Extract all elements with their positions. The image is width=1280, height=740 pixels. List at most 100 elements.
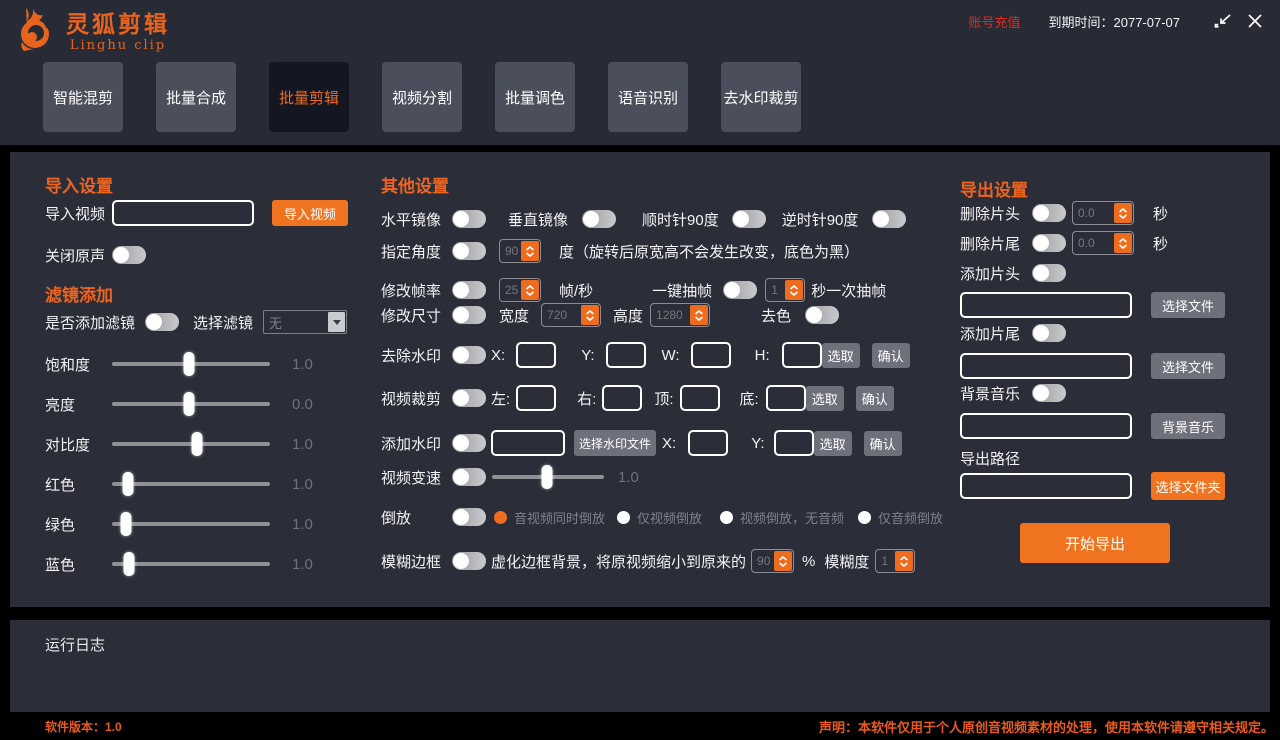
crop-bottom-input[interactable] <box>766 385 806 411</box>
radio-reverse-av-label[interactable]: 音视频同时倒放 <box>514 508 605 527</box>
spinner-up-down-icon[interactable] <box>690 305 708 325</box>
contrast-slider[interactable] <box>112 432 270 456</box>
rotate-ccw-toggle[interactable] <box>872 210 906 228</box>
filter-select[interactable]: 无 <box>263 310 347 334</box>
import-video-input[interactable] <box>112 200 254 226</box>
tab-smart-mix[interactable]: 智能混剪 <box>43 62 123 132</box>
choose-folder-button[interactable]: 选择文件夹 <box>1151 472 1225 500</box>
fps-toggle[interactable] <box>452 281 486 299</box>
brightness-slider[interactable] <box>112 392 270 416</box>
tab-watermark-crop[interactable]: 去水印裁剪 <box>721 62 801 132</box>
add-tail-toggle[interactable] <box>1032 324 1066 342</box>
trim-head-spinner[interactable]: 0.0 <box>1072 201 1134 225</box>
radio-reverse-video-only[interactable] <box>617 511 630 524</box>
decolor-toggle[interactable] <box>805 306 839 324</box>
spinner-up-down-icon[interactable] <box>774 551 792 571</box>
wm-file-input[interactable] <box>491 430 565 456</box>
mirror-horizontal-toggle[interactable] <box>452 210 486 228</box>
app-subtitle: Linghu clip <box>66 38 170 53</box>
wm-y-input[interactable] <box>606 342 646 368</box>
crop-left-input[interactable] <box>516 385 556 411</box>
recharge-link[interactable]: 账号充值 <box>968 12 1020 31</box>
crop-toggle[interactable] <box>452 389 486 407</box>
radio-reverse-video-noaudio-label[interactable]: 视频倒放，无音频 <box>740 508 844 527</box>
bgm-toggle[interactable] <box>1032 384 1066 402</box>
wm-remove-pick-button[interactable]: 选取 <box>822 343 860 368</box>
wm-add-confirm-button[interactable]: 确认 <box>864 431 902 456</box>
extract-frame-spinner[interactable]: 1 <box>765 278 805 302</box>
trim-tail-spinner[interactable]: 0.0 <box>1072 231 1134 255</box>
saturation-slider[interactable] <box>112 352 270 376</box>
blur-degree-spinner[interactable]: 1 <box>875 549 915 573</box>
add-filter-toggle[interactable] <box>145 313 179 331</box>
spinner-up-down-icon[interactable] <box>1114 233 1132 253</box>
wm-remove-confirm-button[interactable]: 确认 <box>872 343 910 368</box>
fps-spinner[interactable]: 25 <box>499 278 541 302</box>
blue-slider[interactable] <box>112 552 270 576</box>
mute-original-toggle[interactable] <box>112 246 146 264</box>
height-spinner[interactable]: 1280 <box>650 303 710 327</box>
spinner-up-down-icon[interactable] <box>581 305 599 325</box>
extract-frame-toggle[interactable] <box>723 281 757 299</box>
crop-right-input[interactable] <box>602 385 642 411</box>
import-video-button[interactable]: 导入视频 <box>272 200 348 226</box>
close-icon[interactable] <box>1242 8 1268 34</box>
bgm-choose-button[interactable]: 背景音乐 <box>1151 413 1225 439</box>
tab-batch-color[interactable]: 批量调色 <box>495 62 575 132</box>
tab-speech-recognition[interactable]: 语音识别 <box>608 62 688 132</box>
angle-spinner[interactable]: 90 <box>499 239 541 263</box>
tab-video-split[interactable]: 视频分割 <box>382 62 462 132</box>
add-tail-choose-file-button[interactable]: 选择文件 <box>1151 353 1225 379</box>
angle-toggle[interactable] <box>452 242 486 260</box>
radio-reverse-video-only-label[interactable]: 仅视频倒放 <box>637 508 702 527</box>
mute-original-label: 关闭原声 <box>45 245 112 266</box>
dropdown-arrow-icon[interactable] <box>328 312 345 332</box>
spinner-up-down-icon[interactable] <box>785 280 803 300</box>
spinner-up-down-icon[interactable] <box>1114 203 1132 223</box>
green-slider[interactable] <box>112 512 270 536</box>
wm-add-y-input[interactable] <box>774 430 814 456</box>
blur-scale-spinner[interactable]: 90 <box>751 549 794 573</box>
speed-slider[interactable] <box>492 465 604 489</box>
spinner-up-down-icon[interactable] <box>521 280 539 300</box>
crop-confirm-button[interactable]: 确认 <box>856 386 894 411</box>
wm-file-button[interactable]: 选择水印文件 <box>574 430 656 456</box>
wm-x-input[interactable] <box>516 342 556 368</box>
width-spinner[interactable]: 720 <box>541 303 601 327</box>
mirror-vertical-toggle[interactable] <box>582 210 616 228</box>
trim-head-toggle[interactable] <box>1032 204 1066 222</box>
export-path-input[interactable] <box>960 473 1132 499</box>
add-head-file-input[interactable] <box>960 292 1132 318</box>
add-tail-file-input[interactable] <box>960 353 1132 379</box>
watermark-remove-toggle[interactable] <box>452 346 486 364</box>
run-log-panel[interactable]: 运行日志 <box>10 620 1270 712</box>
wm-h-input[interactable] <box>782 342 822 368</box>
resize-toggle[interactable] <box>452 306 486 324</box>
red-slider[interactable] <box>112 472 270 496</box>
radio-reverse-av[interactable] <box>494 511 507 524</box>
blur-border-toggle[interactable] <box>452 552 486 570</box>
wm-w-input[interactable] <box>691 342 731 368</box>
radio-reverse-audio-only-label[interactable]: 仅音频倒放 <box>878 508 943 527</box>
reverse-toggle[interactable] <box>452 508 486 526</box>
trim-tail-toggle[interactable] <box>1032 234 1066 252</box>
tab-batch-edit[interactable]: 批量剪辑 <box>269 62 349 132</box>
start-export-button[interactable]: 开始导出 <box>1020 523 1170 563</box>
spinner-up-down-icon[interactable] <box>895 551 913 571</box>
add-head-toggle[interactable] <box>1032 264 1066 282</box>
rotate-cw-toggle[interactable] <box>732 210 766 228</box>
spinner-up-down-icon[interactable] <box>521 241 539 261</box>
bgm-file-input[interactable] <box>960 413 1132 439</box>
speed-toggle[interactable] <box>452 468 486 486</box>
add-head-choose-file-button[interactable]: 选择文件 <box>1151 292 1225 318</box>
wm-add-x-input[interactable] <box>688 430 728 456</box>
wm-add-pick-button[interactable]: 选取 <box>814 431 852 456</box>
height-label: 高度 <box>613 305 643 326</box>
crop-pick-button[interactable]: 选取 <box>806 386 844 411</box>
radio-reverse-audio-only[interactable] <box>858 511 871 524</box>
crop-top-input[interactable] <box>680 385 720 411</box>
tab-batch-compose[interactable]: 批量合成 <box>156 62 236 132</box>
radio-reverse-video-noaudio[interactable] <box>720 511 733 524</box>
watermark-add-toggle[interactable] <box>452 434 486 452</box>
minimize-icon[interactable] <box>1210 8 1236 34</box>
